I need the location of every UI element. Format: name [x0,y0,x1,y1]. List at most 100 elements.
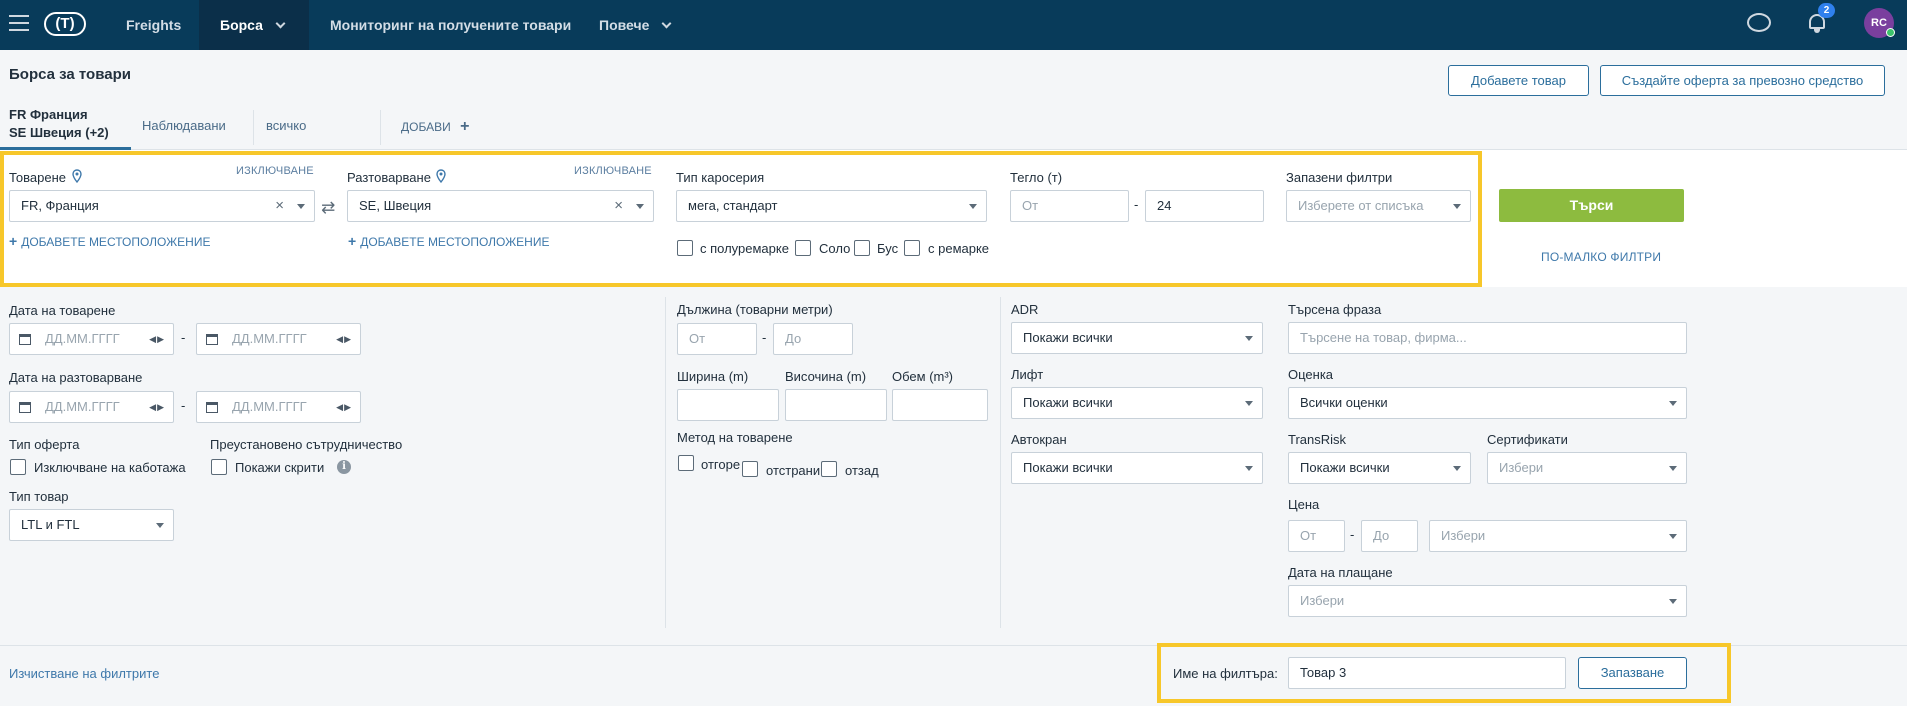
chevron-down-icon [1669,534,1677,539]
date-placeholder: ДД.ММ.ГГГГ [232,399,307,414]
column-divider [1000,297,1001,628]
tab-line2: SE Швеция (+2) [9,125,109,140]
payment-date-select[interactable]: Избери [1288,585,1687,617]
highlight-save-filter [1157,643,1731,703]
loading-date-to[interactable]: ДД.ММ.ГГГГ ◀▶ [196,323,361,355]
lift-value: Покажи всички [1023,395,1113,410]
unloading-date-label: Дата на разтоварване [9,370,143,385]
adr-select[interactable]: Покажи всички [1011,322,1263,354]
adr-value: Покажи всички [1023,330,1113,345]
rating-label: Оценка [1288,367,1334,382]
certificates-select[interactable]: Избери [1487,452,1687,484]
cargo-type-select[interactable]: LTL и FTL [9,509,174,541]
adr-label: ADR [1011,302,1039,317]
price-to-input[interactable]: До [1361,520,1418,552]
loading-method-top-checkbox[interactable] [678,455,694,471]
chevron-down-icon [1245,401,1253,406]
calendar-icon [206,402,218,413]
online-status-dot [1886,28,1895,37]
width-input[interactable] [677,389,779,421]
menu-icon[interactable] [9,15,29,31]
tab-active-search[interactable]: FR Франция SE Швеция (+2) [9,106,109,142]
loading-date-from[interactable]: ДД.ММ.ГГГГ ◀▶ [9,323,174,355]
unloading-date-from[interactable]: ДД.ММ.ГГГГ ◀▶ [9,391,174,423]
phrase-input[interactable]: Търсене на товар, фирма... [1288,322,1687,354]
tab-add-label: ДОБАВИ [401,120,451,134]
highlight-primary-filters [0,151,1482,287]
certificates-placeholder: Избери [1499,460,1544,475]
logo[interactable]: (T) [44,12,86,36]
show-hidden-checkbox[interactable] [211,459,227,475]
nav-more[interactable]: Повече [599,0,672,50]
chevron-down-icon [1669,401,1677,406]
phrase-label: Търсена фраза [1288,302,1382,317]
clear-filters-link[interactable]: Изчистване на филтрите [9,666,159,681]
nav-monitoring[interactable]: Мониторинг на получените товари [330,0,571,50]
loading-date-label: Дата на товарене [9,303,116,318]
crane-label: Автокран [1011,432,1067,447]
calendar-icon [206,334,218,345]
unloading-date-to[interactable]: ДД.ММ.ГГГГ ◀▶ [196,391,361,423]
price-currency-placeholder: Избери [1441,528,1486,543]
loading-method-back-checkbox[interactable] [821,461,837,477]
transrisk-label: TransRisk [1288,432,1347,447]
date-placeholder: ДД.ММ.ГГГГ [45,331,120,346]
price-currency-select[interactable]: Избери [1429,520,1687,552]
page-title: Борса за товари [9,66,131,83]
height-input[interactable] [785,389,887,421]
date-arrows-icon[interactable]: ◀▶ [149,392,165,422]
nav-exchange-label: Борса [220,17,263,33]
loading-method-top-label: отгоре [701,457,741,472]
nav-freights[interactable]: Freights [126,0,181,50]
chevron-down-icon [1245,336,1253,341]
volume-label: Обем (m³) [892,369,954,384]
loading-method-label: Метод на товарене [677,430,793,445]
suspended-coop-label: Преустановено сътрудничество [210,437,403,452]
exclude-cabotage-checkbox[interactable] [10,459,26,475]
rating-select[interactable]: Всички оценки [1288,387,1687,419]
length-label: Дължина (товарни метри) [677,302,833,317]
price-from-input[interactable]: От [1288,520,1345,552]
range-separator: - [762,330,767,345]
calendar-icon [19,402,31,413]
top-navigation-bar: (T) Freights Борса Мониторинг на получен… [0,0,1907,50]
date-arrows-icon[interactable]: ◀▶ [149,324,165,354]
date-arrows-icon[interactable]: ◀▶ [336,392,352,422]
chevron-down-icon [1669,466,1677,471]
volume-input[interactable] [892,389,988,421]
chevron-down-icon [1245,466,1253,471]
tab-divider [380,110,381,145]
chevron-down-icon [661,18,672,29]
tab-watched[interactable]: Наблюдавани [142,118,226,133]
lift-select[interactable]: Покажи всички [1011,387,1263,419]
length-from-input[interactable]: От [677,323,757,355]
create-vehicle-offer-button[interactable]: Създайте оферта за превозно средство [1600,65,1885,96]
fewer-filters-link[interactable]: ПО-МАЛКО ФИЛТРИ [1541,250,1661,264]
length-to-input[interactable]: До [773,323,853,355]
rating-value: Всички оценки [1300,395,1388,410]
payment-date-placeholder: Избери [1300,593,1345,608]
cargo-type-value: LTL и FTL [21,517,80,532]
range-separator: - [181,398,186,413]
crane-select[interactable]: Покажи всички [1011,452,1263,484]
add-cargo-button[interactable]: Добавете товар [1448,65,1589,96]
height-label: Височина (m) [785,369,867,384]
range-separator: - [1350,527,1355,542]
chevron-down-icon [156,523,164,528]
cargo-type-label: Тип товар [9,489,69,504]
tab-add[interactable]: ДОБАВИ + [401,118,469,136]
exclude-cabotage-label: Изключване на каботажа [34,460,186,475]
certificates-label: Сертификати [1487,432,1568,447]
offer-type-label: Тип оферта [9,437,80,452]
chat-icon[interactable] [1747,13,1771,32]
nav-exchange[interactable]: Борса [199,0,309,50]
transrisk-select[interactable]: Покажи всички [1288,452,1471,484]
range-separator: - [181,330,186,345]
column-divider [665,297,666,628]
width-label: Ширина (m) [677,369,749,384]
loading-method-side-checkbox[interactable] [742,461,758,477]
info-icon[interactable]: i [337,460,351,474]
search-button[interactable]: Търси [1499,189,1684,222]
tab-all[interactable]: всичко [266,118,306,133]
date-arrows-icon[interactable]: ◀▶ [336,324,352,354]
